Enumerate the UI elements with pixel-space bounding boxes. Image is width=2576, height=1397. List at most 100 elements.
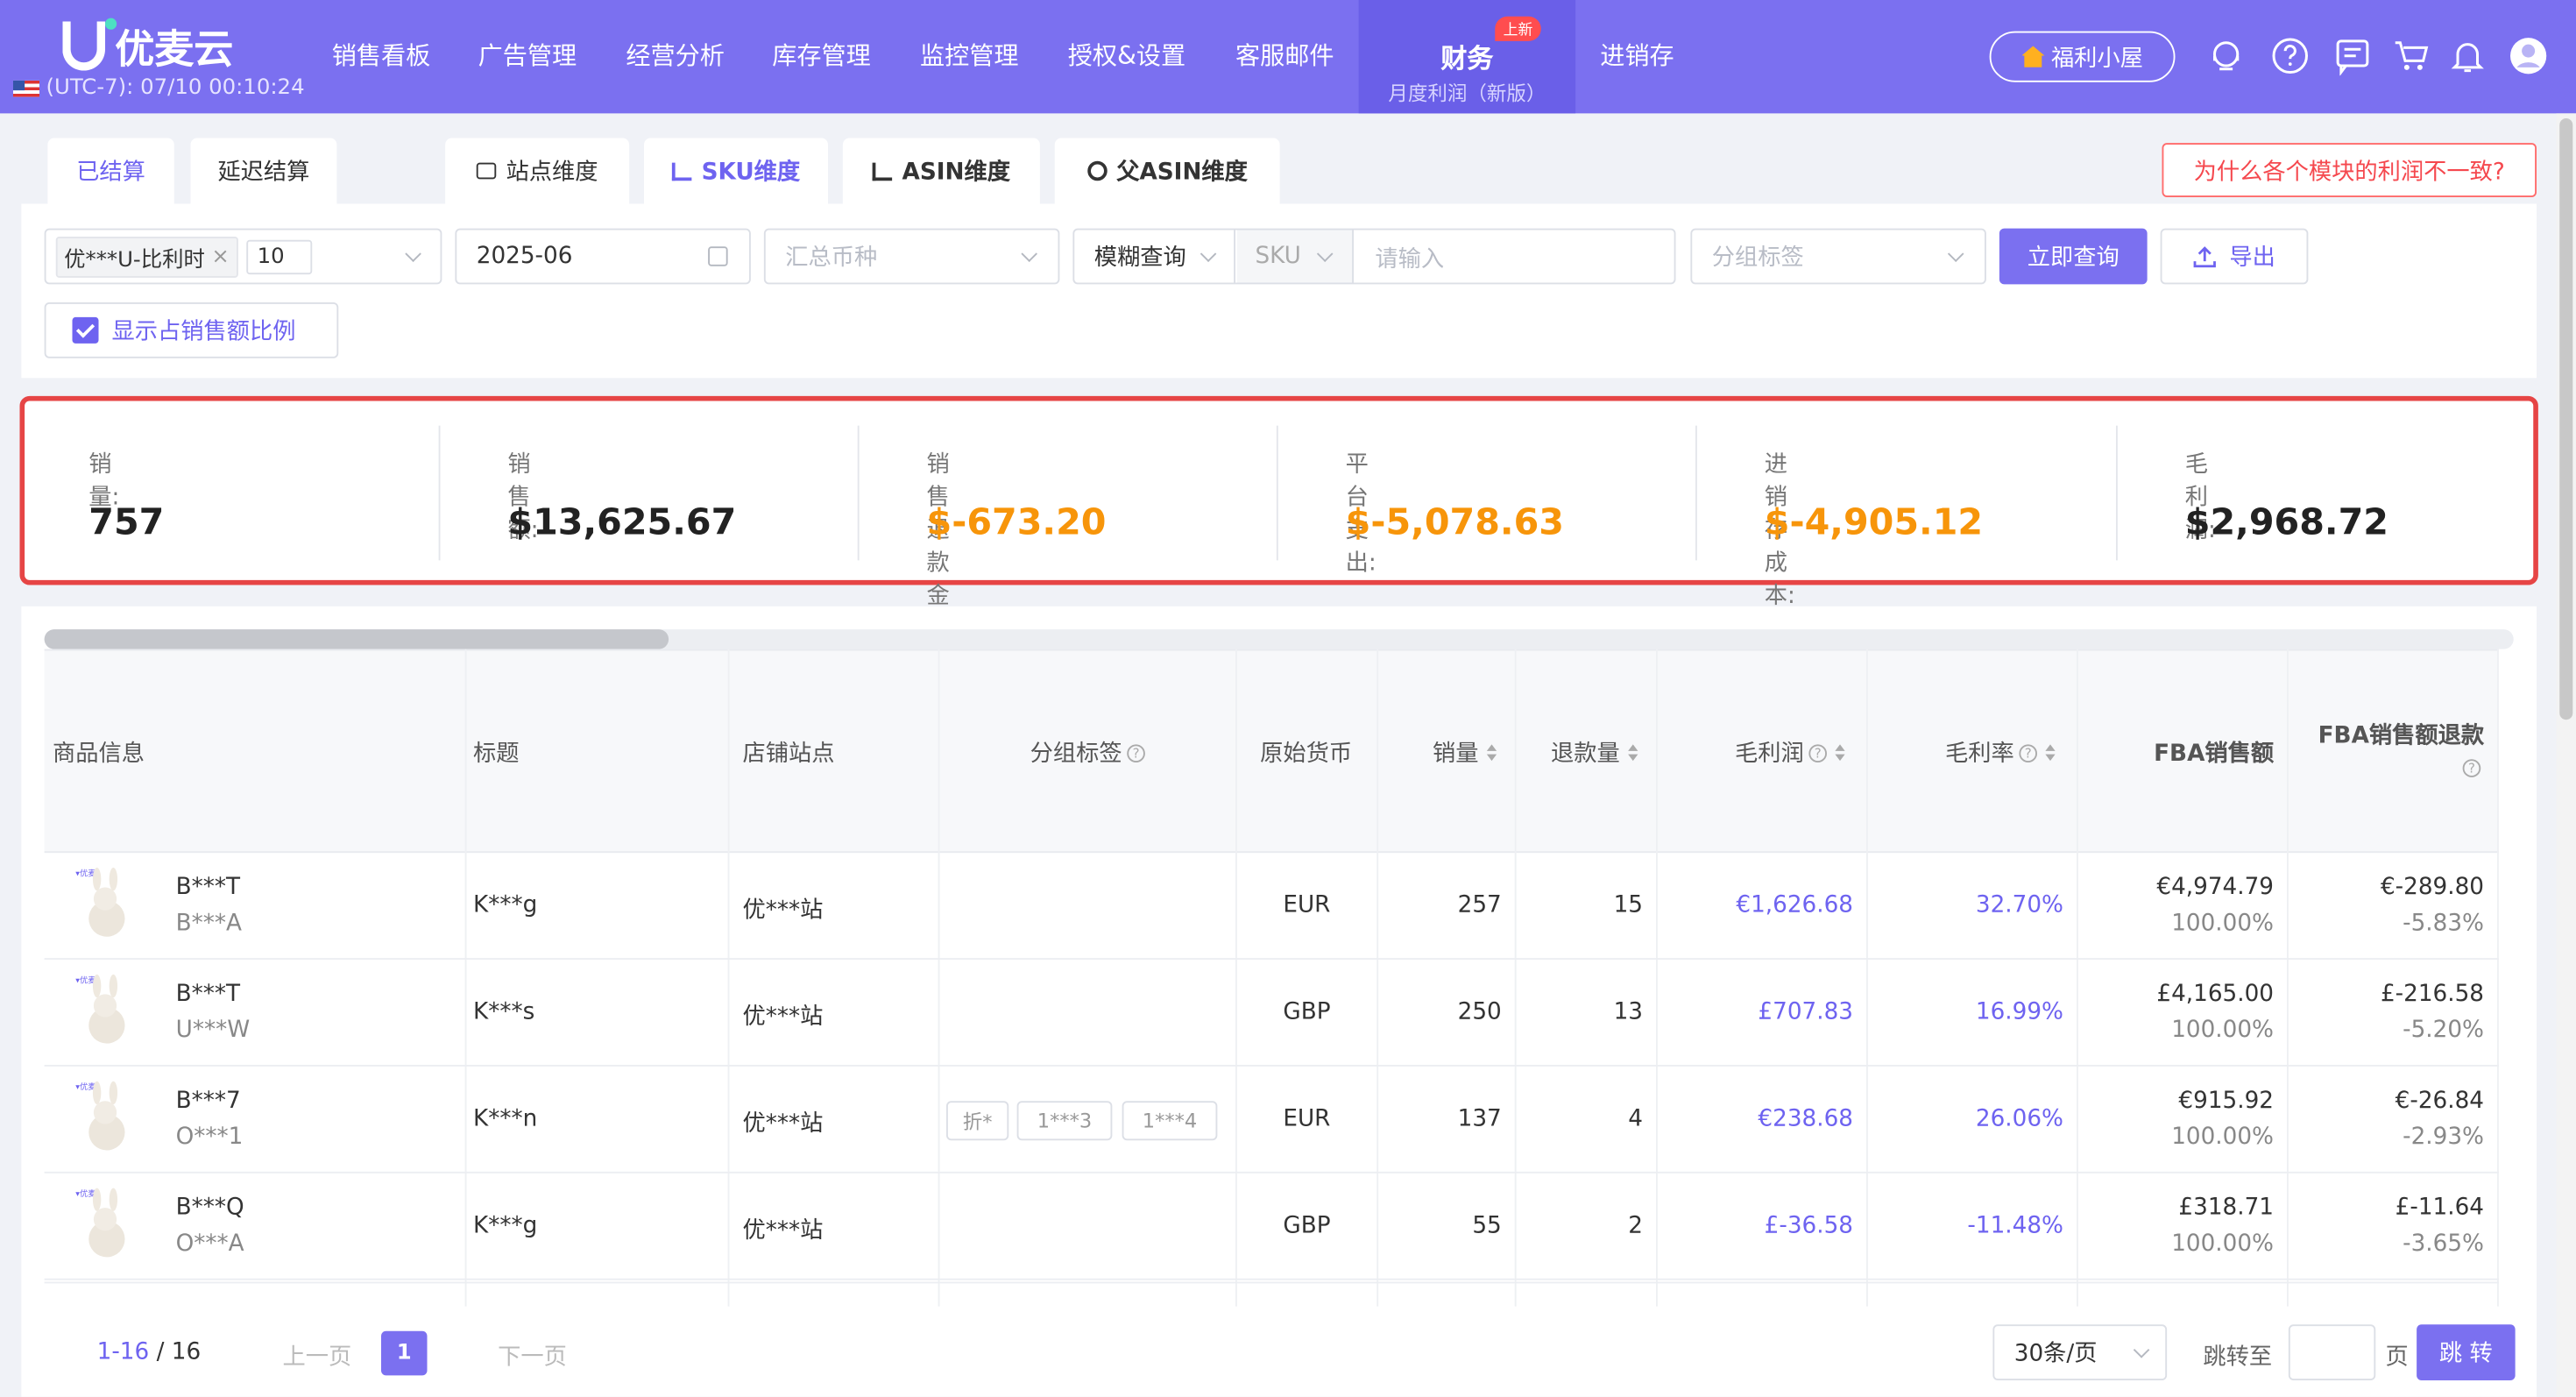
group-tag-chip[interactable]: 1***3 (1016, 1101, 1113, 1141)
help-icon[interactable] (2270, 36, 2310, 75)
sku-text[interactable]: B***7 (176, 1088, 241, 1114)
sku-text[interactable]: B***Q (176, 1195, 244, 1221)
keyword-input[interactable]: 请输入 (1375, 242, 1444, 275)
horizontal-scrollbar-thumb[interactable] (44, 629, 669, 649)
gross-profit-value[interactable]: €238.68 (1656, 1106, 1853, 1132)
sort-icon[interactable] (2045, 744, 2056, 762)
stat-value: $-4,905.12 (1764, 502, 1984, 544)
product-thumbnail[interactable]: ▾优麦 (73, 973, 138, 1048)
tab-parent-asin-label: 父ASIN维度 (1116, 159, 1248, 186)
nav-item-ads[interactable]: 广告管理 (478, 38, 577, 72)
nav-item-sales-dashboard[interactable]: 销售看板 (332, 38, 431, 72)
margin-value[interactable]: 26.06% (1866, 1106, 2063, 1132)
currency-select[interactable]: 汇总币种 (763, 228, 1060, 285)
page-1-button[interactable]: 1 (381, 1330, 428, 1376)
group-tag-chip[interactable]: 1***4 (1122, 1101, 1218, 1141)
tab-parent-asin-dimension[interactable]: 父ASIN维度 (1054, 138, 1280, 204)
close-icon[interactable]: × (211, 244, 229, 268)
margin-value[interactable]: -11.48% (1866, 1213, 2063, 1239)
sku-text[interactable]: B***T (176, 875, 240, 901)
message-icon[interactable] (2333, 36, 2373, 76)
sort-icon[interactable] (1486, 744, 1497, 762)
jump-button[interactable]: 跳 转 (2417, 1324, 2516, 1380)
stat-value: $-673.20 (926, 502, 1107, 544)
help-icon[interactable]: ? (1808, 743, 1827, 762)
help-icon[interactable]: ? (2462, 759, 2481, 777)
col-margin[interactable]: 毛利率? (1945, 736, 2056, 769)
shop-select[interactable]: 优***U-比利时 × 10 (44, 228, 442, 285)
table-row[interactable] (44, 1067, 2499, 1174)
bell-icon[interactable] (2448, 36, 2488, 75)
jump-page-input[interactable] (2288, 1324, 2376, 1380)
col-refund-qty[interactable]: 退款量 (1551, 736, 1638, 769)
welfare-button[interactable]: 福利小屋 (1989, 31, 2176, 82)
table-row[interactable] (44, 853, 2499, 960)
col-gross-profit[interactable]: 毛利润? (1735, 736, 1845, 769)
timezone-display: (UTC-7): 07/10 00:10:24 (13, 75, 305, 100)
currency-text: EUR (1283, 892, 1331, 919)
nav-item-analysis[interactable]: 经营分析 (626, 38, 725, 72)
col-quantity[interactable]: 销量 (1433, 736, 1497, 769)
nav-item-settings[interactable]: 授权&设置 (1068, 38, 1185, 72)
nav-item-inventory[interactable]: 库存管理 (772, 38, 871, 72)
welfare-label: 福利小屋 (2050, 45, 2143, 72)
col-quantity-label: 销量 (1433, 741, 1479, 768)
col-fba-sales: FBA销售额 (2154, 741, 2275, 768)
asin-text[interactable]: O***A (176, 1230, 244, 1257)
margin-value[interactable]: 32.70% (1866, 892, 2063, 918)
search-group: 模糊查询 SKU 请输入 (1072, 228, 1676, 285)
query-button[interactable]: 立即查询 (1999, 228, 2148, 285)
shop-count: 10 (245, 238, 312, 274)
match-mode-select[interactable]: 模糊查询 (1074, 230, 1235, 283)
asin-text[interactable]: B***A (176, 911, 242, 937)
divider (438, 425, 441, 561)
tab-sku-dimension[interactable]: SKU维度 (644, 138, 828, 204)
product-thumbnail[interactable]: ▾优麦 (73, 1187, 138, 1262)
table-row[interactable] (44, 1174, 2499, 1280)
export-button[interactable]: 导出 (2160, 228, 2309, 285)
table-row[interactable] (44, 960, 2499, 1067)
gross-profit-value[interactable]: £-36.58 (1656, 1213, 1853, 1239)
gross-profit-value[interactable]: €1,626.68 (1656, 892, 1853, 918)
nav-item-inventory-flow[interactable]: 进销存 (1600, 38, 1674, 72)
divider (1695, 425, 1697, 561)
asin-text[interactable]: U***W (176, 1018, 251, 1044)
nav-item-monitor[interactable]: 监控管理 (920, 38, 1019, 72)
help-icon[interactable]: ? (1127, 743, 1145, 762)
tab-site-dimension[interactable]: 站点维度 (445, 138, 630, 204)
gross-profit-value[interactable]: £707.83 (1656, 999, 1853, 1025)
margin-value[interactable]: 16.99% (1866, 999, 2063, 1025)
jump-label: 跳转至 (2203, 1344, 2273, 1371)
group-tag-select[interactable]: 分组标签 (1690, 228, 1986, 285)
chevron-down-icon (1316, 245, 1334, 262)
show-ratio-checkbox[interactable]: 显示占销售额比例 (44, 302, 339, 358)
month-picker[interactable]: 2025-06 (455, 228, 751, 285)
sort-icon[interactable] (1628, 744, 1638, 762)
pager-summary: 1-16 / 16 (97, 1339, 202, 1365)
why-profit-differs-button[interactable]: 为什么各个模块的利润不一致? (2162, 143, 2537, 197)
sort-icon[interactable] (1835, 744, 1845, 762)
tab-asin-dimension[interactable]: ASIN维度 (842, 138, 1040, 204)
stat-value: $13,625.67 (507, 502, 737, 544)
page-size-select[interactable]: 30条/页 (1992, 1324, 2168, 1380)
shop-tag[interactable]: 优***U-比利时 × (55, 236, 238, 277)
vertical-scrollbar-thumb[interactable] (2559, 118, 2573, 720)
next-page-button[interactable]: 下一页 (498, 1339, 567, 1372)
col-currency: 原始货币 (1260, 741, 1353, 768)
app-logo[interactable]: 优麦云 (62, 17, 233, 74)
tab-delayed[interactable]: 延迟结算 (190, 138, 337, 204)
nav-item-finance[interactable]: 财务 月度利润（新版） 上新 (1358, 0, 1576, 114)
field-select[interactable]: SKU (1236, 230, 1354, 283)
tab-settled[interactable]: 已结算 (47, 138, 174, 204)
asin-text[interactable]: O***1 (176, 1124, 244, 1151)
cart-icon[interactable] (2392, 36, 2431, 75)
headset-icon[interactable] (2206, 36, 2246, 75)
prev-page-button[interactable]: 上一页 (283, 1339, 352, 1372)
user-avatar-icon[interactable] (2509, 36, 2548, 75)
nav-item-service-mail[interactable]: 客服邮件 (1235, 38, 1334, 72)
sku-text[interactable]: B***T (176, 981, 240, 1007)
group-tag-chip[interactable]: 折* (946, 1101, 1009, 1141)
help-icon[interactable]: ? (2019, 743, 2037, 762)
product-thumbnail[interactable]: ▾优麦 (73, 1080, 138, 1155)
product-thumbnail[interactable]: ▾优麦 (73, 866, 138, 941)
